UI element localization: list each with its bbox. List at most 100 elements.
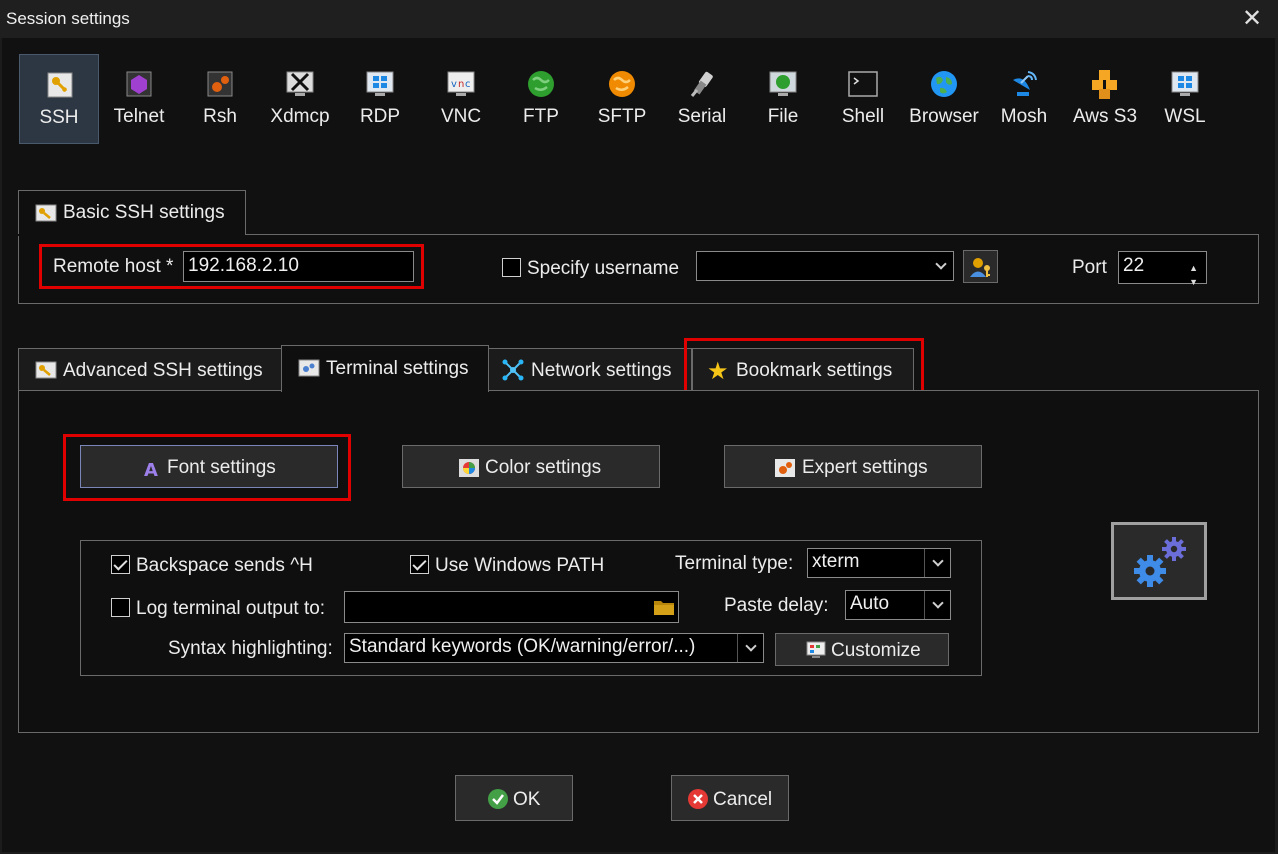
color-wheel-icon xyxy=(459,459,479,477)
protocol-browser[interactable]: Browser xyxy=(904,54,984,144)
ok-button[interactable]: OK xyxy=(455,775,573,821)
tab-label: Network settings xyxy=(531,360,672,381)
protocol-label: Serial xyxy=(677,106,727,127)
username-combo[interactable] xyxy=(696,251,954,281)
chevron-down-icon xyxy=(935,258,947,270)
use-windows-path-checkbox[interactable] xyxy=(410,555,429,574)
expert-settings-button[interactable]: Expert settings xyxy=(724,445,982,488)
backspace-checkbox[interactable] xyxy=(111,555,130,574)
terminal-type-value: xterm xyxy=(812,551,860,572)
log-output-label: Log terminal output to: xyxy=(136,598,326,619)
protocol-xdmcp[interactable]: Xdmcp xyxy=(260,54,340,144)
cancel-button[interactable]: Cancel xyxy=(671,775,789,821)
protocol-label: Aws S3 xyxy=(1072,106,1138,127)
specify-username-checkbox[interactable] xyxy=(502,258,521,277)
protocol-mosh[interactable]: Mosh xyxy=(984,54,1064,144)
serial-plug-icon xyxy=(690,71,713,97)
protocol-label: Xdmcp xyxy=(270,106,330,127)
protocol-label: SSH xyxy=(39,107,79,128)
terminal-type-select[interactable]: xterm xyxy=(807,548,951,578)
rdp-monitor-icon xyxy=(366,71,394,96)
customize-monitor-icon xyxy=(806,641,826,658)
protocol-shell[interactable]: Shell xyxy=(823,54,903,144)
cancel-circle-icon xyxy=(688,789,708,809)
wsl-windows-icon xyxy=(1171,71,1199,96)
file-monitor-icon xyxy=(769,71,797,96)
protocol-label: WSL xyxy=(1164,106,1206,127)
telnet-icon xyxy=(126,71,152,97)
xdmcp-icon xyxy=(286,71,314,96)
cancel-label: Cancel xyxy=(713,789,773,810)
protocol-label: Mosh xyxy=(1000,106,1048,127)
syntax-highlighting-dropdown[interactable] xyxy=(737,634,763,662)
user-manager-button[interactable] xyxy=(963,250,998,283)
paste-delay-label: Paste delay: xyxy=(724,595,829,616)
protocol-aws-s3[interactable]: Aws S3 xyxy=(1065,54,1145,144)
use-windows-path-label: Use Windows PATH xyxy=(435,555,605,576)
tab-label: Advanced SSH settings xyxy=(63,360,263,381)
bookmark-tab-highlight xyxy=(684,338,924,397)
color-settings-button[interactable]: Color settings xyxy=(402,445,660,488)
user-key-icon xyxy=(970,258,990,277)
protocol-label: Telnet xyxy=(113,106,165,127)
protocol-rsh[interactable]: Rsh xyxy=(180,54,260,144)
protocol-ssh[interactable]: SSH xyxy=(19,54,99,144)
customize-label: Customize xyxy=(831,640,921,661)
log-output-checkbox[interactable] xyxy=(111,598,130,617)
aws-s3-cubes-icon xyxy=(1092,70,1117,99)
log-output-path-input[interactable] xyxy=(344,591,679,623)
protocol-rdp[interactable]: RDP xyxy=(340,54,420,144)
expert-settings-label: Expert settings xyxy=(802,457,928,478)
protocol-label: Rsh xyxy=(203,106,237,127)
mosh-satellite-icon xyxy=(1013,71,1037,96)
paste-delay-dropdown[interactable] xyxy=(924,591,950,619)
rsh-icon xyxy=(207,71,233,97)
svg-text:c: c xyxy=(465,79,471,90)
tab-gap xyxy=(282,390,488,392)
tab-basic-ssh-settings: Basic SSH settings xyxy=(18,190,246,236)
protocol-serial[interactable]: Serial xyxy=(662,54,742,144)
port-label: Port xyxy=(1072,257,1107,278)
customize-button[interactable]: Customize xyxy=(775,633,949,666)
sftp-globe-icon xyxy=(609,71,635,97)
protocol-telnet[interactable]: Telnet xyxy=(99,54,179,144)
tab-label: Terminal settings xyxy=(326,358,469,379)
color-settings-label: Color settings xyxy=(485,457,602,478)
port-value: 22 xyxy=(1123,255,1145,276)
chevron-down-icon xyxy=(932,597,944,609)
port-spinbox[interactable]: 22 ▲ ▼ xyxy=(1118,251,1207,287)
terminal-type-dropdown[interactable] xyxy=(924,549,950,577)
protocol-label: SFTP xyxy=(597,106,647,127)
key-icon xyxy=(35,361,57,379)
close-icon[interactable]: ✕ xyxy=(1240,5,1264,33)
paste-delay-select[interactable]: Auto xyxy=(845,590,951,620)
spin-down-icon[interactable]: ▼ xyxy=(1189,270,1198,294)
browser-globe-icon xyxy=(931,71,957,97)
protocol-file[interactable]: File xyxy=(743,54,823,144)
chevron-down-icon xyxy=(932,555,944,567)
settings-gears-icon xyxy=(1111,522,1207,600)
username-dropdown[interactable] xyxy=(927,252,953,280)
ok-label: OK xyxy=(513,789,541,810)
protocol-label: Browser xyxy=(909,106,979,127)
terminal-type-label: Terminal type: xyxy=(675,553,794,574)
font-settings-button[interactable]: A Font settings xyxy=(80,445,338,488)
terminal-icon xyxy=(298,359,320,377)
folder-icon[interactable] xyxy=(653,598,675,616)
title-bar xyxy=(0,0,1278,38)
syntax-highlighting-select[interactable]: Standard keywords (OK/warning/error/...) xyxy=(344,633,764,663)
tab-advanced-ssh-settings[interactable]: Advanced SSH settings xyxy=(18,348,282,392)
protocol-label: VNC xyxy=(440,106,482,127)
key-icon xyxy=(35,204,57,222)
protocol-ftp[interactable]: FTP xyxy=(501,54,581,144)
tab-label: Basic SSH settings xyxy=(63,202,225,223)
ftp-globe-icon xyxy=(528,71,554,97)
svg-text:A: A xyxy=(144,460,158,479)
tab-terminal-settings[interactable]: Terminal settings xyxy=(281,345,489,392)
protocol-wsl[interactable]: WSL xyxy=(1145,54,1225,144)
protocol-sftp[interactable]: SFTP xyxy=(582,54,662,144)
remote-host-input[interactable]: 192.168.2.10 xyxy=(183,251,414,282)
window-title: Session settings xyxy=(6,9,130,28)
protocol-vnc[interactable]: vnc VNC xyxy=(421,54,501,144)
tab-network-settings[interactable]: Network settings xyxy=(488,348,692,392)
